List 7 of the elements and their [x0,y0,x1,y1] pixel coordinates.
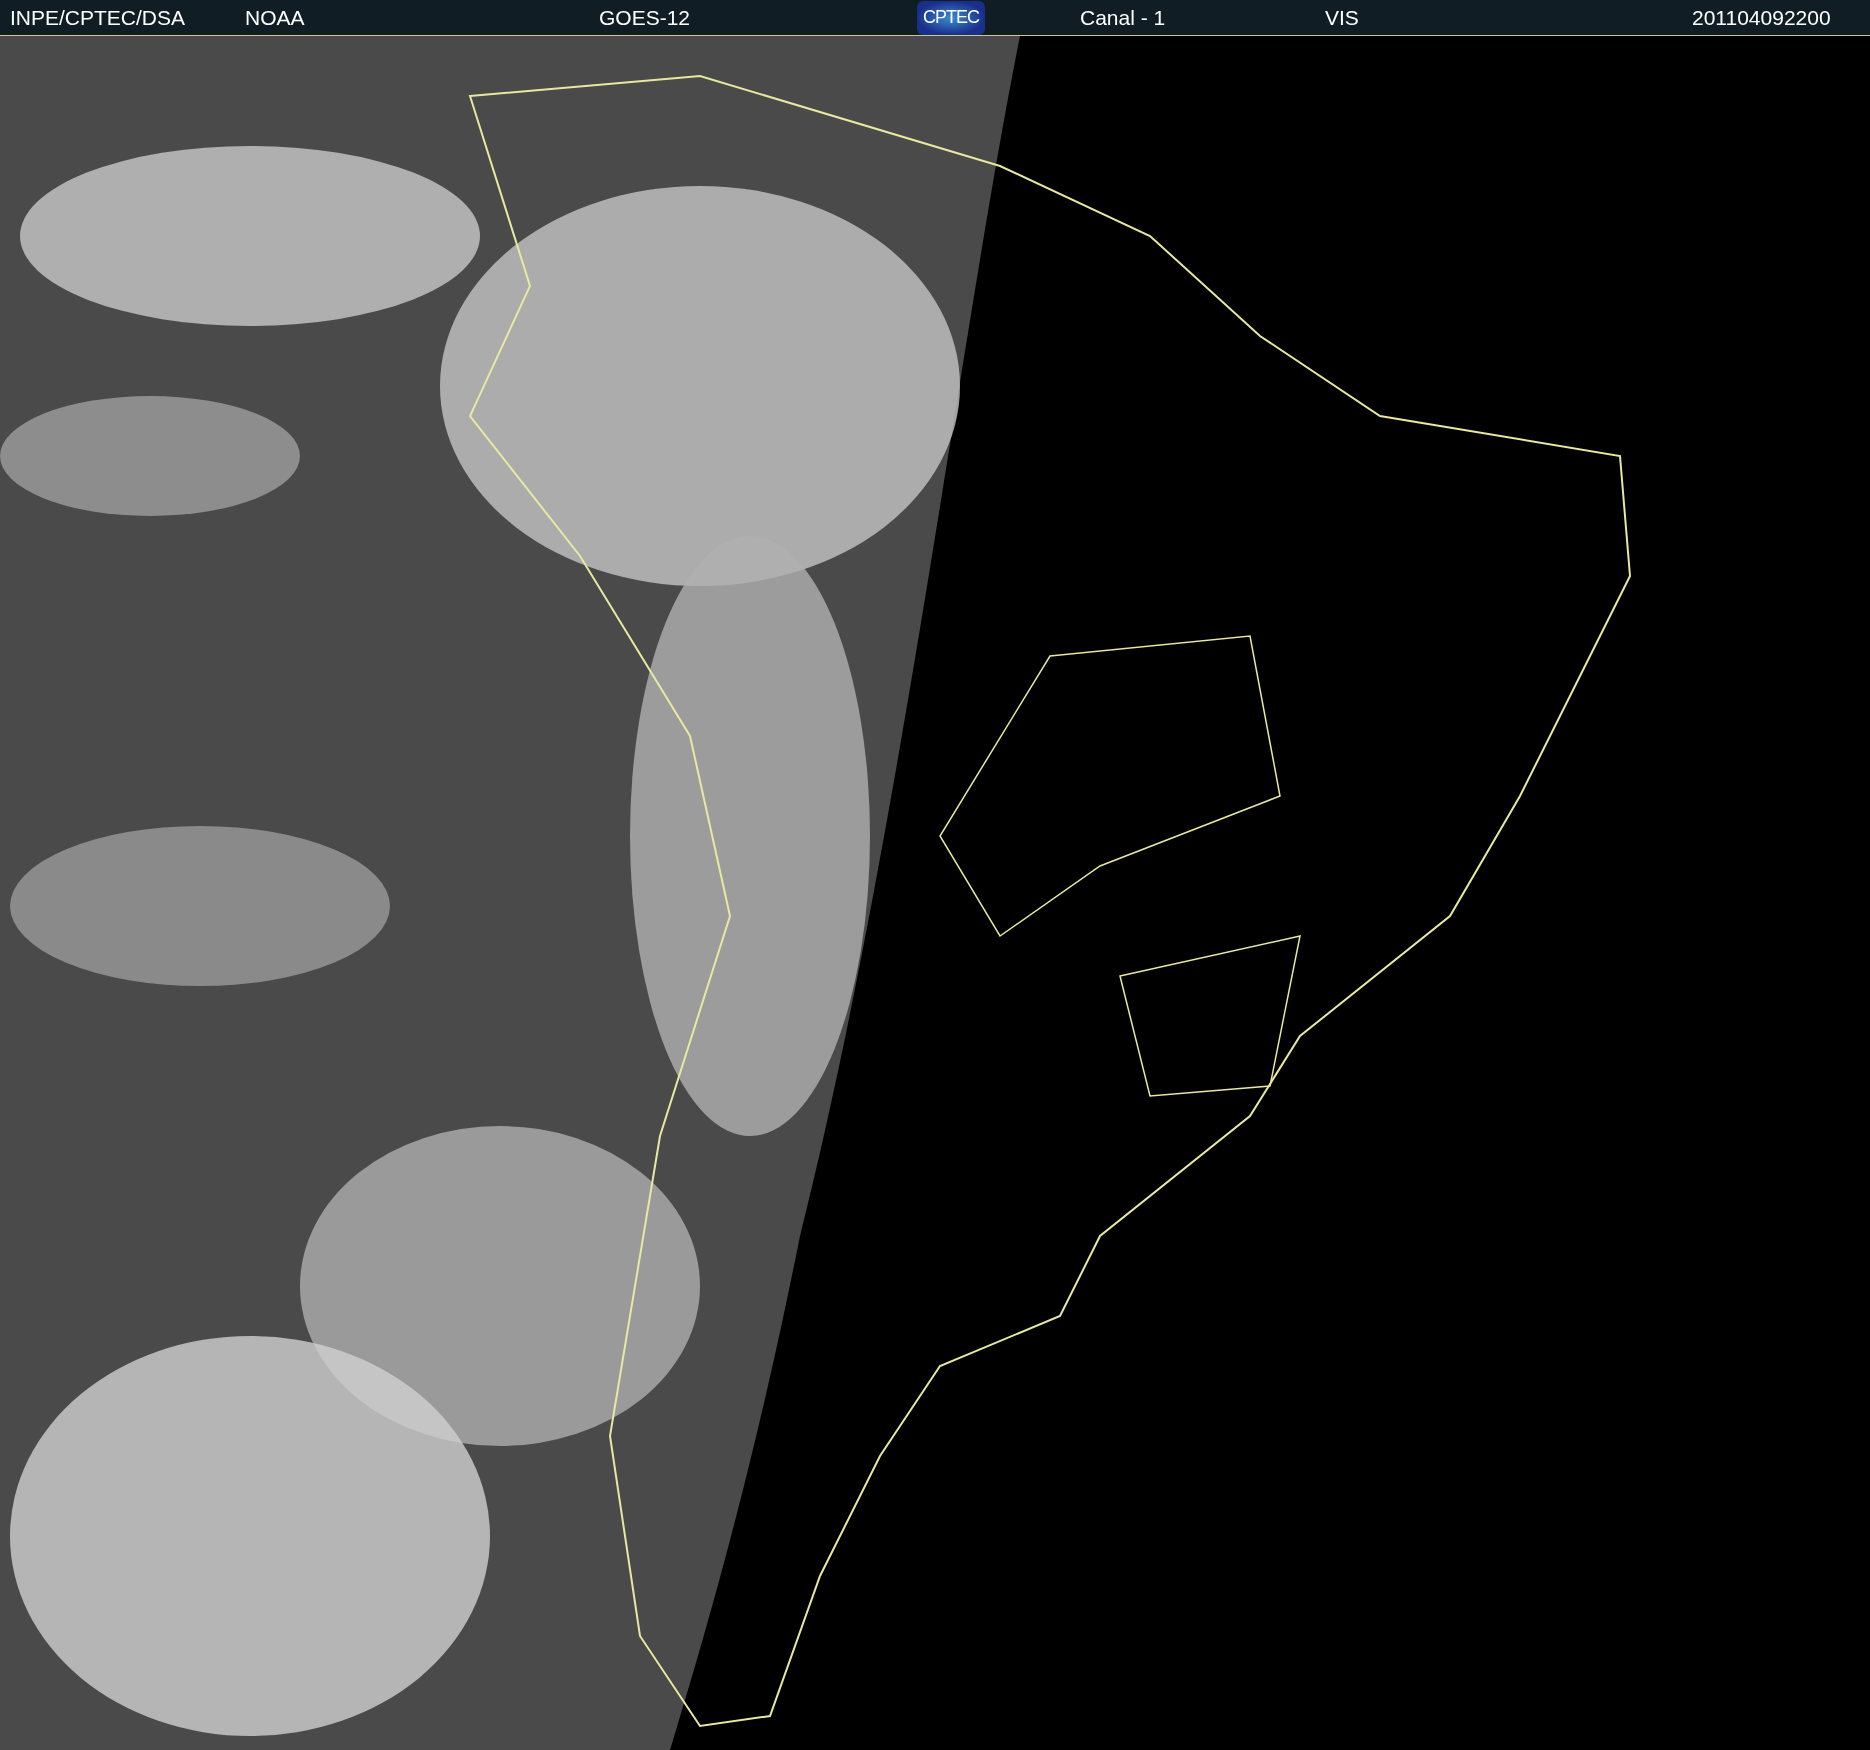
agency-label: NOAA [245,5,306,30]
source-label: INPE/CPTEC/DSA [10,5,187,30]
cptec-logo: CPTEC [917,0,985,35]
channel-label: Canal - 1 [1080,5,1167,30]
satellite-label: GOES-12 [599,5,692,30]
timestamp-label: 201104092200 [1692,5,1831,30]
band-label: VIS [1325,5,1360,30]
